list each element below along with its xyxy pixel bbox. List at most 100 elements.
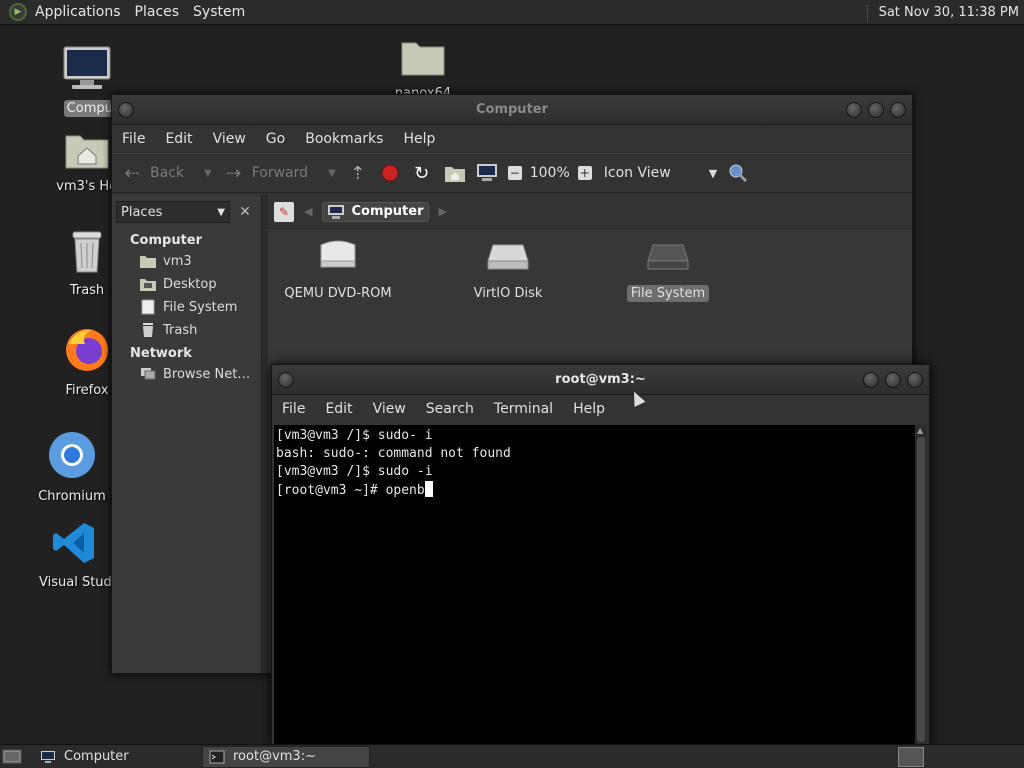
sidebar-item-vm3[interactable]: vm3 (112, 250, 261, 273)
menu-file[interactable]: File (112, 131, 155, 147)
text-cursor (424, 481, 433, 497)
system-menu[interactable]: System (186, 4, 252, 20)
fm-menubar: File Edit View Go Bookmarks Help (112, 125, 912, 153)
desktop-icon-label: Trash (69, 283, 105, 298)
minimize-button[interactable] (846, 102, 862, 118)
menu-go[interactable]: Go (256, 131, 295, 147)
fm-toolbar: ⇠ Back ▼ ⇢ Forward ▼ ⇡ ↻ − 100% + Icon V… (112, 153, 912, 193)
close-button[interactable] (890, 102, 906, 118)
chevron-down-icon: ▼ (217, 206, 225, 218)
computer-icon (63, 46, 111, 89)
sidebar-item-trash[interactable]: Trash (112, 319, 261, 342)
desktop-icon-label: Firefox (65, 383, 109, 398)
taskbar-item-terminal[interactable]: root@vm3:~ (202, 745, 370, 768)
computer-button[interactable] (476, 163, 498, 183)
terminal-screen[interactable]: [vm3@vm3 /]$ sudo- i bash: sudo-: command… (274, 425, 915, 744)
minimize-button[interactable] (863, 372, 879, 388)
clock[interactable]: Sat Nov 30, 11:38 PM (879, 5, 1024, 20)
places-sidebar: Places ▼ ✕ Computer vm3 Desktop File Sys… (112, 195, 262, 673)
zoom-level[interactable]: 100% (530, 165, 570, 181)
window-controls (846, 102, 906, 118)
show-desktop-icon[interactable] (2, 747, 22, 765)
menu-view[interactable]: View (203, 131, 256, 147)
desktop-icon-chromium[interactable]: Chromium (22, 430, 122, 505)
sidebar-item-file-system[interactable]: File System (112, 296, 261, 319)
back-history-icon[interactable]: ▼ (204, 168, 212, 179)
sidebar-item-browse-network[interactable]: Browse Net… (112, 363, 261, 386)
workspace-switcher[interactable] (898, 747, 924, 767)
stop-button[interactable] (380, 163, 400, 183)
panel-separator (866, 4, 869, 21)
desktop-icon-vscode[interactable]: Visual Studio Code (24, 520, 132, 595)
menu-terminal[interactable]: Terminal (484, 401, 563, 417)
maximize-button[interactable] (868, 102, 884, 118)
menu-edit[interactable]: Edit (315, 401, 362, 417)
sidebar-item-desktop[interactable]: Desktop (112, 273, 261, 296)
menu-bookmarks[interactable]: Bookmarks (295, 131, 393, 147)
applications-menu[interactable]: Applications (28, 4, 128, 20)
forward-history-icon[interactable]: ▼ (328, 168, 336, 179)
bottom-panel: Computer root@vm3:~ (0, 744, 1024, 768)
edit-icon: ✎ (278, 204, 290, 219)
volume-file-system[interactable]: File System (608, 239, 728, 302)
view-mode-label: Icon View (603, 165, 671, 181)
menu-help[interactable]: Help (563, 401, 615, 417)
computer-icon (476, 164, 497, 181)
home-folder-icon (65, 135, 109, 169)
volume-label: QEMU DVD-ROM (284, 286, 392, 301)
terminal-scrollbar[interactable]: ▲ (915, 425, 927, 744)
forward-button[interactable]: ⇢ Forward ▼ (222, 161, 336, 185)
firefox-icon (66, 329, 108, 371)
home-button[interactable] (444, 163, 466, 183)
menu-search[interactable]: Search (416, 401, 484, 417)
menu-file[interactable]: File (272, 401, 315, 417)
up-button[interactable]: ⇡ (346, 161, 370, 185)
stop-icon (381, 164, 399, 182)
menu-view[interactable]: View (363, 401, 416, 417)
path-scroll-left-icon[interactable]: ◀ (304, 205, 312, 218)
maximize-button[interactable] (885, 372, 901, 388)
search-button[interactable] (727, 162, 749, 184)
view-mode-select[interactable]: Icon View ▼ (602, 165, 717, 181)
back-arrow-icon: ⇠ (124, 162, 140, 184)
terminal-prompt-line: [root@vm3 ~]# openb (276, 481, 913, 500)
location-bar: ✎ ◀ Computer ▶ (268, 195, 912, 229)
terminal-line: [vm3@vm3 /]$ sudo- i (276, 428, 433, 443)
top-panel: ▶ Applications Places System Sat Nov 30,… (0, 0, 1024, 25)
chevron-down-icon: ▼ (708, 166, 718, 180)
reload-button[interactable]: ↻ (410, 161, 434, 185)
back-button[interactable]: ⇠ Back ▼ (120, 161, 212, 185)
terminal-titlebar[interactable]: root@vm3:~ (272, 365, 929, 395)
volume-virtio-disk[interactable]: VirtIO Disk (448, 239, 568, 302)
scrollbar-thumb[interactable] (917, 437, 925, 742)
sidebar-item-label: vm3 (163, 253, 192, 269)
up-arrow-icon: ⇡ (350, 162, 366, 184)
desktop-folder-icon (140, 276, 156, 292)
computer-icon (328, 204, 345, 219)
menu-edit[interactable]: Edit (155, 131, 202, 147)
close-button[interactable] (907, 372, 923, 388)
volume-qemu-dvd-rom[interactable]: QEMU DVD-ROM (278, 239, 398, 302)
volume-label: VirtIO Disk (473, 286, 543, 301)
reload-icon: ↻ (414, 162, 430, 184)
path-crumb-computer[interactable]: Computer (322, 201, 429, 222)
sidebar-item-label: Desktop (163, 276, 217, 292)
sidebar-type-select[interactable]: Places ▼ (116, 201, 230, 223)
clock-area: Sat Nov 30, 11:38 PM (866, 0, 1024, 25)
taskbar-item-computer[interactable]: Computer (34, 746, 200, 768)
desktop-icon-nanox64[interactable]: nanox64 (373, 37, 473, 102)
trash-icon (140, 322, 156, 338)
places-menu[interactable]: Places (128, 4, 187, 20)
distro-logo-icon[interactable]: ▶ (9, 3, 27, 21)
sidebar-close-button[interactable]: ✕ (234, 201, 256, 223)
sidebar-item-label: Browse Net… (163, 366, 251, 382)
zoom-out-icon[interactable]: − (507, 166, 522, 180)
path-scroll-right-icon[interactable]: ▶ (439, 205, 447, 218)
sidebar-header: Places ▼ ✕ (112, 195, 261, 229)
menu-help[interactable]: Help (393, 131, 445, 147)
window-controls (863, 372, 923, 388)
fm-titlebar[interactable]: Computer (112, 95, 912, 125)
scroll-up-icon[interactable]: ▲ (917, 426, 923, 435)
location-entry-toggle[interactable]: ✎ (274, 201, 294, 222)
zoom-in-icon[interactable]: + (577, 166, 592, 180)
